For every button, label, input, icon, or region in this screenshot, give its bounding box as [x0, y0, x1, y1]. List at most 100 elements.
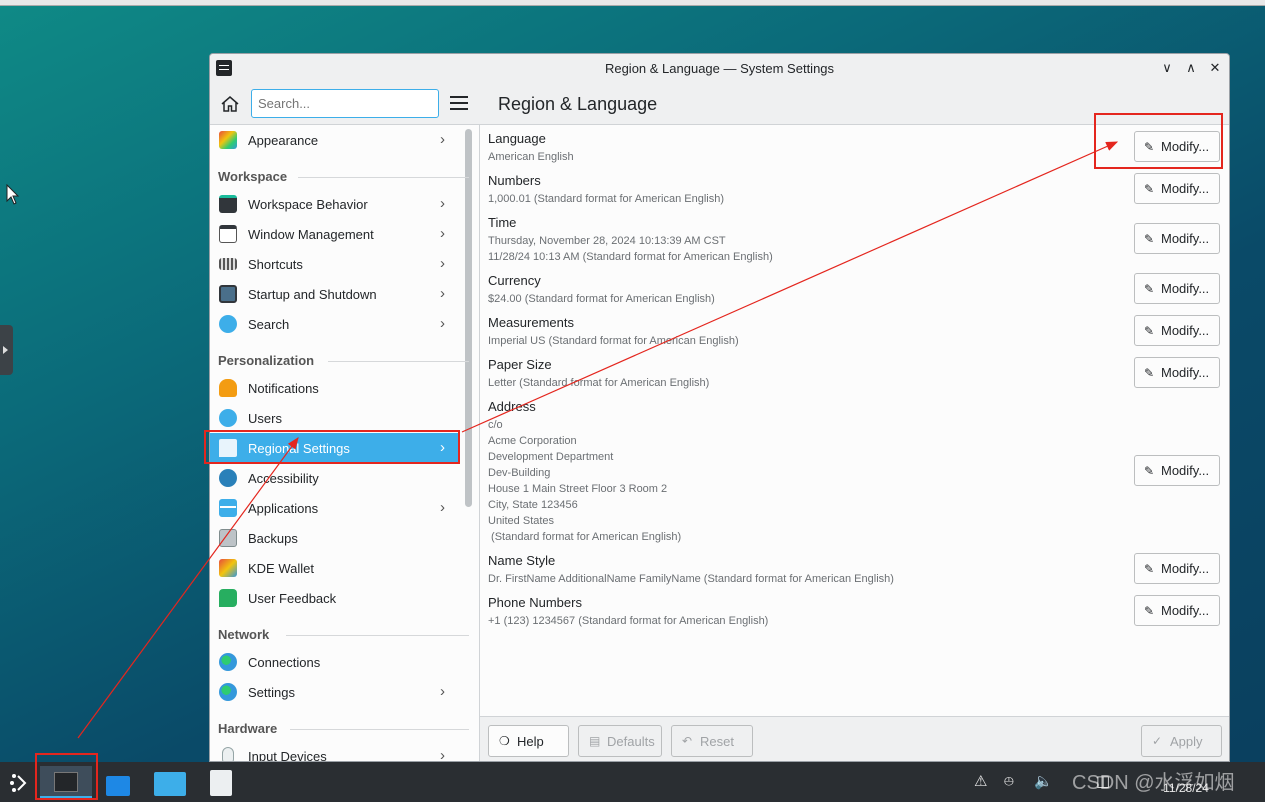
help-button[interactable]: ❍ Help — [488, 725, 569, 757]
setting-phone-numbers: Phone Numbers +1 (123) 1234567 (Standard… — [488, 595, 1128, 629]
modify-measurements-button[interactable]: ✎ Modify... — [1134, 315, 1220, 346]
discover-store-icon[interactable] — [104, 768, 132, 796]
modify-language-button[interactable]: ✎ Modify... — [1134, 131, 1220, 162]
watermark: CSDN @水浮如烟 — [1072, 772, 1235, 794]
pencil-icon: ✎ — [1144, 324, 1155, 338]
page-title: Region & Language — [498, 94, 658, 114]
pencil-icon: ✎ — [1144, 464, 1155, 478]
close-button[interactable]: ✕ — [1206, 59, 1224, 77]
chevron-right-icon: › — [440, 683, 445, 700]
setting-paper-size: Paper Size Letter (Standard format for A… — [488, 357, 1128, 391]
bell-icon — [219, 379, 237, 397]
sidebar-item-user-feedback[interactable]: User Feedback — [210, 583, 460, 613]
sidebar-item-users[interactable]: Users — [210, 403, 460, 433]
text-editor-icon[interactable] — [210, 768, 234, 796]
pencil-icon: ✎ — [1144, 282, 1155, 296]
setting-name: Currency — [488, 273, 541, 288]
setting-value: Acme Corporation — [488, 435, 577, 447]
modify-currency-button[interactable]: ✎ Modify... — [1134, 273, 1220, 304]
sidebar-item-kde-wallet[interactable]: KDE Wallet — [210, 553, 460, 583]
sidebar-item-label: Workspace Behavior — [248, 197, 368, 212]
setting-value: Development Department — [488, 451, 614, 463]
system-settings-window: Region & Language — System Settings ∨ ∧ … — [209, 53, 1230, 762]
minimize-button[interactable]: ∨ — [1158, 59, 1176, 77]
hamburger-menu-icon[interactable] — [450, 96, 468, 110]
setting-address: Address c/o Acme Corporation Development… — [488, 399, 1128, 545]
setting-name: Name Style — [488, 553, 556, 568]
modify-name-style-button[interactable]: ✎ Modify... — [1134, 553, 1220, 584]
setting-value: (Standard format for American English) — [488, 531, 682, 543]
sidebar-item-appearance[interactable]: Appearance › — [210, 125, 460, 155]
volume-icon[interactable]: 🔈 — [1034, 772, 1053, 790]
sidebar-item-startup-and-shutdown[interactable]: Startup and Shutdown › — [210, 279, 460, 309]
sidebar-item-workspace-behavior[interactable]: Workspace Behavior › — [210, 189, 460, 219]
undo-icon: ↶ — [682, 734, 693, 748]
section-workspace: Workspace — [218, 169, 288, 184]
sidebar-item-label: Appearance — [248, 133, 319, 148]
taskbar-system-settings[interactable] — [40, 766, 92, 798]
setting-time: Time Thursday, November 28, 2024 10:13:3… — [488, 215, 1128, 265]
sidebar-scrollbar[interactable] — [465, 129, 472, 507]
chevron-right-icon: › — [440, 499, 445, 516]
users-icon — [219, 409, 237, 427]
sidebar-item-connections[interactable]: Connections — [210, 647, 460, 677]
search-input[interactable] — [251, 89, 439, 118]
setting-measurements: Measurements Imperial US (Standard forma… — [488, 315, 1128, 349]
setting-value: Thursday, November 28, 2024 10:13:39 AM … — [488, 235, 726, 247]
sidebar-item-accessibility[interactable]: Accessibility — [210, 463, 460, 493]
reset-button[interactable]: ↶ Reset — [671, 725, 753, 757]
chevron-right-icon: › — [440, 225, 445, 242]
section-divider — [298, 177, 469, 178]
section-divider — [286, 635, 469, 636]
sidebar-item-regional-settings[interactable]: Regional Settings › — [210, 433, 460, 463]
setting-value: Dev-Building — [488, 467, 551, 479]
modify-paper-size-button[interactable]: ✎ Modify... — [1134, 357, 1220, 388]
setting-numbers: Numbers 1,000.01 (Standard format for Am… — [488, 173, 1128, 207]
sidebar-item-applications[interactable]: Applications › — [210, 493, 460, 523]
modify-numbers-button[interactable]: ✎ Modify... — [1134, 173, 1220, 204]
modify-time-button[interactable]: ✎ Modify... — [1134, 223, 1220, 254]
pencil-icon: ✎ — [1144, 562, 1155, 576]
appearance-icon — [219, 131, 237, 149]
setting-name: Paper Size — [488, 357, 552, 372]
sidebar-item-window-management[interactable]: Window Management › — [210, 219, 460, 249]
sidebar-item-notifications[interactable]: Notifications — [210, 373, 460, 403]
setting-name: Time — [488, 215, 517, 230]
section-divider — [328, 361, 469, 362]
apply-button[interactable]: ✓ Apply — [1141, 725, 1222, 757]
notifications-tray-icon[interactable]: ⚠ — [974, 772, 987, 790]
sidebar-item-search[interactable]: Search › — [210, 309, 460, 339]
sidebar-item-settings[interactable]: Settings › — [210, 677, 460, 707]
panel-handle[interactable] — [0, 325, 13, 375]
home-icon[interactable] — [220, 94, 240, 114]
keyboard-icon — [219, 258, 237, 270]
globe-settings-icon — [219, 683, 237, 701]
maximize-button[interactable]: ∧ — [1182, 59, 1200, 77]
modify-address-button[interactable]: ✎ Modify... — [1134, 455, 1220, 486]
document-icon: ▤ — [589, 734, 601, 748]
app-launcher-icon[interactable] — [6, 770, 32, 796]
sidebar-item-label: KDE Wallet — [248, 561, 314, 576]
sidebar-item-label: Startup and Shutdown — [248, 287, 377, 302]
updates-tray-icon[interactable]: ⦺ — [1004, 772, 1014, 789]
setting-name: Language — [488, 131, 546, 146]
sidebar-item-input-devices[interactable]: Input Devices › — [210, 741, 460, 761]
sidebar-item-label: Backups — [248, 531, 298, 546]
sidebar-item-shortcuts[interactable]: Shortcuts › — [210, 249, 460, 279]
modify-phone-numbers-button[interactable]: ✎ Modify... — [1134, 595, 1220, 626]
sidebar-item-backups[interactable]: Backups — [210, 523, 460, 553]
pencil-icon: ✎ — [1144, 604, 1155, 618]
monitor-icon — [219, 285, 237, 303]
setting-name: Measurements — [488, 315, 574, 330]
file-manager-icon[interactable] — [154, 768, 186, 796]
sidebar-item-label: Accessibility — [248, 471, 319, 486]
sidebar-header — [210, 82, 480, 125]
mouse-cursor-icon — [6, 184, 20, 205]
setting-name: Numbers — [488, 173, 541, 188]
sidebar: Appearance › Workspace Workspace Behavio… — [210, 125, 480, 761]
window-management-icon — [219, 225, 237, 243]
setting-value: City, State 123456 — [488, 499, 578, 511]
section-hardware: Hardware — [218, 721, 278, 736]
defaults-button[interactable]: ▤ Defaults — [578, 725, 662, 757]
setting-value: $24.00 (Standard format for American Eng… — [488, 293, 715, 305]
